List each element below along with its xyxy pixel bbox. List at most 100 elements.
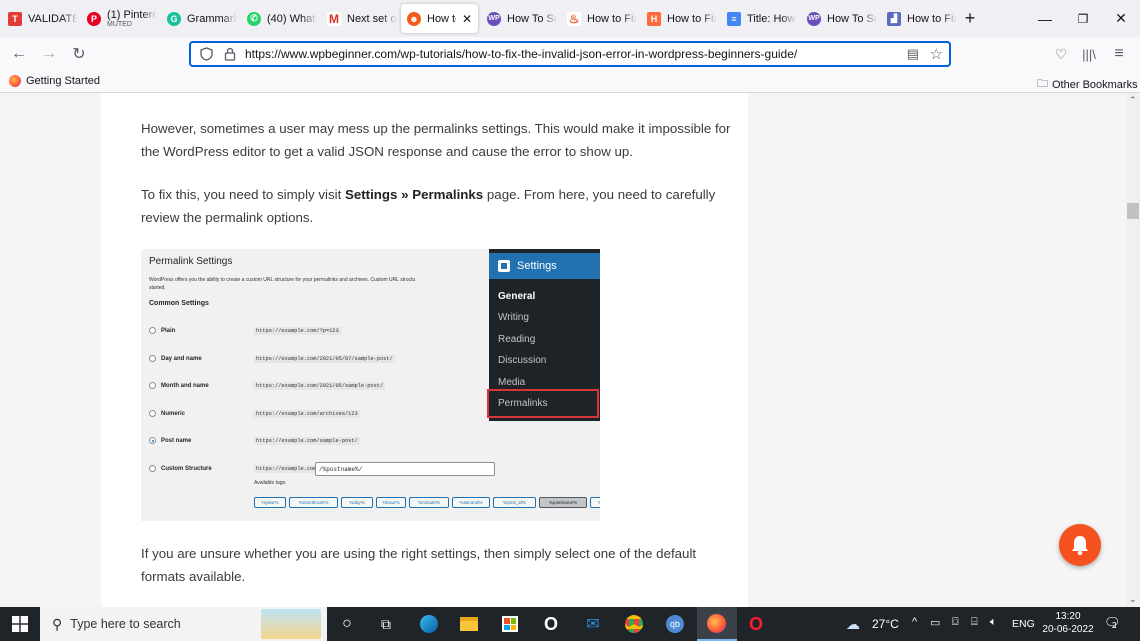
tab-validate[interactable]: T VALIDATE	[8, 4, 78, 33]
screenshot-description-2: started.	[149, 285, 166, 291]
option-day-and-name[interactable]: Day and name	[149, 355, 202, 362]
reload-button[interactable]: ↻	[66, 42, 92, 66]
menu-item-discussion[interactable]: Discussion	[498, 355, 546, 366]
tab-bar: T VALIDATE P (1) PinterestMUTED G Gramma…	[0, 0, 1140, 37]
firefox-taskbar-active[interactable]	[697, 607, 737, 641]
tab-howtofix-3[interactable]: ▟ How to Fix	[887, 4, 957, 33]
search-icon: ⚲	[52, 615, 63, 632]
reload-icon: ↻	[72, 46, 86, 63]
tag-button[interactable]: %monthnum%	[289, 497, 338, 508]
input-language[interactable]: ENG	[1012, 618, 1035, 630]
option-numeric[interactable]: Numeric	[149, 410, 185, 417]
navigation-toolbar: ← → ↻ https://www.wpbeginner.com/wp-tuto…	[0, 37, 1140, 71]
minimize-button[interactable]: —	[1026, 0, 1064, 37]
option-plain[interactable]: Plain	[149, 327, 175, 334]
option-post-name[interactable]: Post name	[149, 437, 191, 444]
tab-docs[interactable]: ≡ Title: How	[727, 4, 797, 33]
tag-button[interactable]: %hour%	[376, 497, 406, 508]
chrome-icon	[625, 615, 643, 633]
tag-button-selected[interactable]: %postname%	[539, 497, 587, 508]
tab-label: VALIDATE	[28, 12, 78, 25]
menu-item-media[interactable]: Media	[498, 377, 525, 388]
tag-button[interactable]: %	[590, 497, 600, 508]
tab-label: How to Fix	[587, 12, 637, 25]
folder-icon	[460, 617, 478, 631]
start-button[interactable]	[9, 613, 31, 635]
reader-view-icon[interactable]: ▤	[907, 46, 919, 62]
scrollbar-thumb[interactable]	[1127, 203, 1139, 219]
address-bar[interactable]: https://www.wpbeginner.com/wp-tutorials/…	[189, 41, 951, 67]
docs-icon: ≡	[727, 11, 741, 26]
restore-button[interactable]: ❐	[1064, 0, 1102, 37]
scroll-up-icon[interactable]: ⌃	[1129, 95, 1137, 106]
tab-active-wpbeginner[interactable]: ☻ How to ✕	[401, 4, 478, 33]
menu-button[interactable]: ≡	[1106, 42, 1132, 66]
task-view-button[interactable]: ⧉	[375, 613, 397, 635]
option-example: https://example.com/2021/05/07/sample-po…	[254, 355, 395, 363]
opera-red-icon: O	[748, 613, 763, 634]
file-explorer-button[interactable]	[458, 613, 480, 635]
option-custom-structure[interactable]: Custom Structure	[149, 465, 212, 472]
tab-howtofix-1[interactable]: ♨ How to Fix	[567, 4, 637, 33]
forward-button[interactable]: →	[36, 42, 62, 66]
scroll-down-icon[interactable]: ⌄	[1129, 594, 1137, 605]
notification-bell-button[interactable]	[1059, 524, 1101, 566]
available-tags-label: Available tags:	[254, 480, 287, 486]
option-month-and-name[interactable]: Month and name	[149, 382, 209, 389]
meet-now-icon[interactable]: ⌼	[952, 616, 959, 629]
tab-grammarly[interactable]: G Grammarly	[167, 4, 237, 33]
taskbar-search-box[interactable]: ⚲ Type here to search	[40, 607, 327, 641]
pocket-button[interactable]: ♡	[1048, 42, 1074, 66]
edge-button[interactable]	[418, 613, 440, 635]
custom-structure-input[interactable]: /%postname%/	[315, 462, 495, 476]
close-tab-icon[interactable]: ✕	[462, 12, 472, 26]
tab-gmail[interactable]: M Next set of	[327, 4, 397, 33]
action-center-button[interactable]: 🗨︎ 2	[1104, 615, 1121, 631]
tab-wordpress-1[interactable]: WP How To Sol	[487, 4, 557, 33]
close-window-button[interactable]: ✕	[1102, 0, 1140, 37]
other-bookmarks[interactable]: 🗀 Other Bookmarks	[1037, 75, 1138, 94]
url-text[interactable]: https://www.wpbeginner.com/wp-tutorials/…	[245, 47, 797, 61]
store-button[interactable]	[499, 613, 521, 635]
tag-button[interactable]: %post_id%	[493, 497, 536, 508]
new-tab-button[interactable]: +	[955, 0, 985, 37]
radio-icon	[149, 355, 156, 362]
network-icon[interactable]: ⌸	[971, 616, 978, 629]
show-hidden-icons-icon[interactable]: ^	[912, 616, 917, 628]
tag-button[interactable]: %second%	[452, 497, 490, 508]
tag-button[interactable]: %day%	[341, 497, 373, 508]
bookmark-star-icon[interactable]: ☆	[930, 45, 943, 63]
clock-date: 20-06-2022	[1042, 624, 1094, 635]
page-content: However, sometimes a user may mess up th…	[0, 93, 1126, 607]
tab-label: Title: How	[747, 12, 796, 25]
menu-item-general[interactable]: General	[498, 291, 535, 302]
qbittorrent-button[interactable]: qb	[664, 613, 686, 635]
opera-button[interactable]: O	[745, 613, 767, 635]
clock[interactable]: 13:20 20-06-2022	[1042, 610, 1094, 636]
back-button[interactable]: ←	[6, 42, 32, 66]
mail-button[interactable]: ✉	[582, 613, 604, 635]
tab-label: (1) PinterestMUTED	[107, 9, 157, 29]
vertical-scrollbar[interactable]: ⌃ ⌄	[1126, 93, 1140, 607]
task-view-icon: ⧉	[381, 615, 391, 632]
tab-wordpress-2[interactable]: WP How To Sol	[807, 4, 877, 33]
weather-temperature[interactable]: 27°C	[872, 617, 899, 631]
tab-whatsapp[interactable]: ✆ (40) WhatsApp	[247, 4, 317, 33]
bell-icon	[1072, 536, 1088, 556]
bookmark-getting-started[interactable]: Getting Started	[9, 75, 100, 87]
menu-item-reading[interactable]: Reading	[498, 334, 535, 345]
opera-gx-button[interactable]: O	[540, 613, 562, 635]
menu-item-permalinks[interactable]: Permalinks	[498, 398, 547, 409]
tab-pinterest[interactable]: P (1) PinterestMUTED	[87, 4, 157, 33]
settings-menu-header[interactable]: Settings	[489, 253, 600, 279]
menu-item-writing[interactable]: Writing	[498, 312, 529, 323]
library-button[interactable]: |||\	[1076, 42, 1102, 66]
tag-button[interactable]: %year%	[254, 497, 286, 508]
battery-icon[interactable]: ▭	[930, 616, 940, 629]
tag-button[interactable]: %minute%	[409, 497, 449, 508]
tab-howtofix-2[interactable]: H How to Fix	[647, 4, 717, 33]
weather-icon[interactable]: ☁	[846, 616, 860, 633]
cortana-button[interactable]: ○	[336, 613, 358, 635]
chrome-button[interactable]	[623, 613, 645, 635]
volume-icon[interactable]: 🔈︎	[990, 616, 997, 629]
